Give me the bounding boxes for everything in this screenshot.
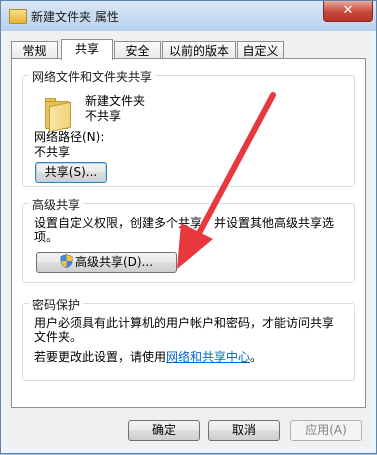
folder-share-status: 不共享 xyxy=(85,109,122,123)
change-setting-text: 若要更改此设置，请使用网络和共享中心。 xyxy=(34,348,262,365)
network-sharing-center-link[interactable]: 网络和共享中心 xyxy=(166,350,250,364)
uac-shield-icon xyxy=(60,254,73,268)
change-setting-suffix: 。 xyxy=(250,350,263,364)
share-button[interactable]: 共享(S)... xyxy=(35,162,107,183)
password-description-cont: 文件夹。 xyxy=(34,330,83,344)
network-path-value: 不共享 xyxy=(34,145,71,159)
advanced-sharing-description: 设置自定义权限，创建多个共享，并设置其他高级共享选 xyxy=(34,216,335,230)
close-button[interactable]: ✕ xyxy=(323,1,373,22)
advanced-sharing-legend: 高级共享 xyxy=(29,196,84,213)
tab-previous-versions[interactable]: 以前的版本 xyxy=(162,41,236,59)
advanced-sharing-description-cont: 项。 xyxy=(34,230,59,244)
folder-icon xyxy=(9,9,27,24)
tab-security[interactable]: 安全 xyxy=(114,41,161,59)
advanced-sharing-button[interactable]: 高级共享(D)... xyxy=(36,252,177,273)
tab-sharing[interactable]: 共享 xyxy=(61,39,113,60)
tab-general[interactable]: 常规 xyxy=(11,41,58,59)
ok-button[interactable]: 确定 xyxy=(128,420,200,441)
advanced-sharing-group: 高级共享 设置自定义权限，创建多个共享，并设置其他高级共享选 项。 高级共享(D… xyxy=(22,196,355,283)
title-bar[interactable]: 新建文件夹 属性 ✕ xyxy=(1,1,376,31)
cancel-button[interactable]: 取消 xyxy=(208,420,280,441)
password-protection-group: 密码保护 用户必须具有此计算机的用户帐户和密码，才能访问共享 文件夹。 若要更改… xyxy=(22,296,355,381)
tab-customize[interactable]: 自定义 xyxy=(237,41,284,59)
sharing-panel: 网络文件和文件夹共享 新建文件夹 不共享 网络路径(N): 不共享 共享(S).… xyxy=(11,58,366,408)
password-protection-legend: 密码保护 xyxy=(29,296,84,313)
change-setting-prefix: 若要更改此设置，请使用 xyxy=(34,350,167,364)
properties-window: 新建文件夹 属性 ✕ 常规 共享 安全 以前的版本 自定义 网络文件和文件夹共享… xyxy=(0,0,377,454)
dialog-client: 常规 共享 安全 以前的版本 自定义 网络文件和文件夹共享 新建文件夹 不共享 … xyxy=(7,31,370,447)
network-sharing-group: 网络文件和文件夹共享 新建文件夹 不共享 网络路径(N): 不共享 共享(S).… xyxy=(22,68,355,187)
apply-button[interactable]: 应用(A) xyxy=(290,420,362,441)
window-title: 新建文件夹 属性 xyxy=(31,10,119,24)
advanced-sharing-button-label: 高级共享(D)... xyxy=(74,255,154,269)
folder-icon xyxy=(45,98,71,133)
network-sharing-legend: 网络文件和文件夹共享 xyxy=(29,68,156,85)
